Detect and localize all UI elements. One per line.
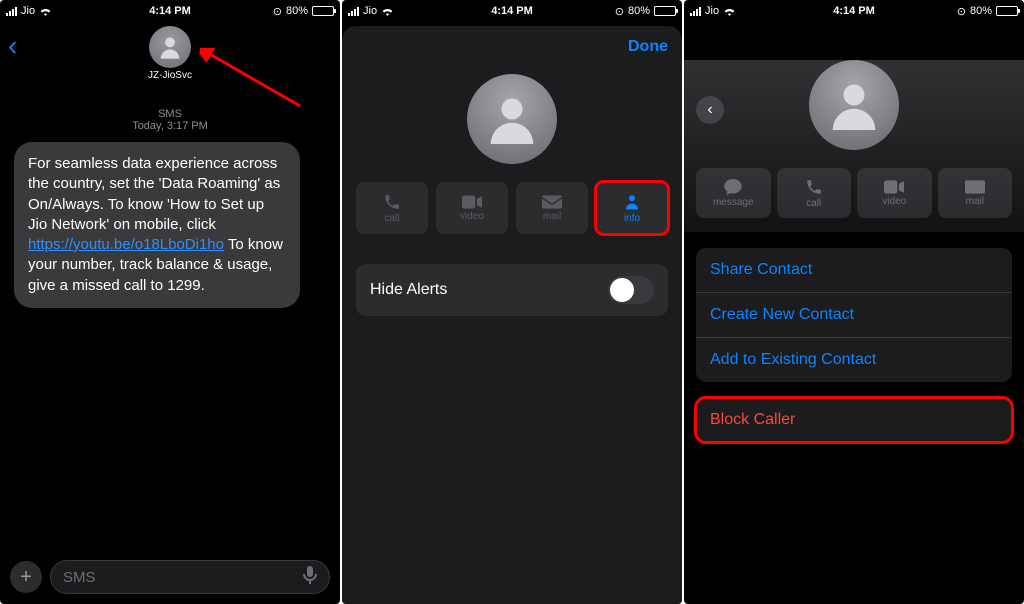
messages-header: ‹ JZ-JioSvc [0,22,340,92]
phone-icon [383,193,401,211]
compose-input[interactable]: SMS [50,560,330,594]
call-button[interactable]: call [356,182,428,234]
mail-icon [542,195,562,209]
share-contact-row[interactable]: Share Contact [696,248,1012,292]
hide-alerts-label: Hide Alerts [370,281,447,299]
settings-group: Hide Alerts [356,264,668,316]
screen-messages: Jio 4:14 PM ⊙ 80% ‹ JZ-JioSvc SMS Today,… [0,0,340,604]
wifi-icon [723,6,736,16]
battery-pct: 80% [970,5,992,17]
battery-icon [312,6,334,16]
contact-avatar [467,74,557,164]
action-label: call [806,198,821,209]
action-label: mail [966,196,984,207]
battery-pct: 80% [286,5,308,17]
block-caller-row[interactable]: Block Caller [696,398,1012,442]
create-new-contact-row[interactable]: Create New Contact [696,292,1012,337]
thread-type: SMS [0,108,340,120]
battery-pct: 80% [628,5,650,17]
screen-details: Jio 4:14 PM ⊙ 80% Done call video [342,0,682,604]
info-button[interactable]: info [596,182,668,234]
block-group: Block Caller [696,398,1012,442]
status-bar: Jio 4:14 PM ⊙ 80% [0,0,340,22]
clock: 4:14 PM [457,5,566,17]
message-link[interactable]: https://youtu.be/o18LboDi1ho [28,236,224,253]
video-icon [884,180,904,194]
wifi-icon [39,6,52,16]
contact-actions-group: Share Contact Create New Contact Add to … [696,248,1012,382]
action-row: message call video mail [684,168,1024,218]
compose-placeholder: SMS [63,569,96,586]
done-button[interactable]: Done [628,38,668,56]
mail-button[interactable]: mail [516,182,588,234]
action-label: video [460,211,484,222]
signal-icon [6,7,17,16]
action-label: video [882,196,906,207]
carrier-label: Jio [21,5,35,17]
add-existing-contact-row[interactable]: Add to Existing Contact [696,337,1012,382]
signal-icon [690,7,701,16]
hide-alerts-toggle[interactable] [608,276,654,304]
clock: 4:14 PM [115,5,224,17]
thread-meta: SMS Today, 3:17 PM [0,108,340,132]
hide-alerts-row[interactable]: Hide Alerts [356,264,668,316]
mail-button[interactable]: mail [938,168,1013,218]
message-text-1: For seamless data experience across the … [28,155,280,233]
info-icon [623,193,641,211]
alarm-icon: ⊙ [957,5,966,18]
contact-avatar [809,60,899,150]
status-bar: Jio 4:14 PM ⊙ 80% [684,0,1024,22]
clock: 4:14 PM [799,5,908,17]
compose-bar: + SMS [0,560,340,594]
action-row: call video mail info [342,182,682,234]
message-icon [724,179,742,195]
action-label: message [713,197,754,208]
status-bar: Jio 4:14 PM ⊙ 80% [342,0,682,22]
contact-name: JZ-JioSvc [148,70,192,81]
contact-avatar[interactable] [149,26,191,68]
battery-icon [654,6,676,16]
action-label: info [624,213,640,224]
alarm-icon: ⊙ [273,5,282,18]
mic-icon[interactable] [303,566,317,589]
wifi-icon [381,6,394,16]
add-media-button[interactable]: + [10,561,42,593]
video-button[interactable]: video [436,182,508,234]
carrier-label: Jio [363,5,377,17]
alarm-icon: ⊙ [615,5,624,18]
signal-icon [348,7,359,16]
phone-icon [805,178,823,196]
action-label: call [384,213,399,224]
mail-icon [965,180,985,194]
carrier-label: Jio [705,5,719,17]
back-button[interactable]: ‹ [696,96,724,124]
details-sheet: Done call video mail info [342,26,682,604]
thread-time: Today, 3:17 PM [0,120,340,132]
contact-header: ‹ message call video mail [684,60,1024,232]
battery-icon [996,6,1018,16]
call-button[interactable]: call [777,168,852,218]
back-button[interactable]: ‹ [8,30,17,62]
video-button[interactable]: video [857,168,932,218]
message-bubble[interactable]: For seamless data experience across the … [14,142,300,308]
message-button[interactable]: message [696,168,771,218]
video-icon [462,195,482,209]
action-label: mail [543,211,561,222]
screen-contact-card: Jio 4:14 PM ⊙ 80% ‹ message call vid [684,0,1024,604]
